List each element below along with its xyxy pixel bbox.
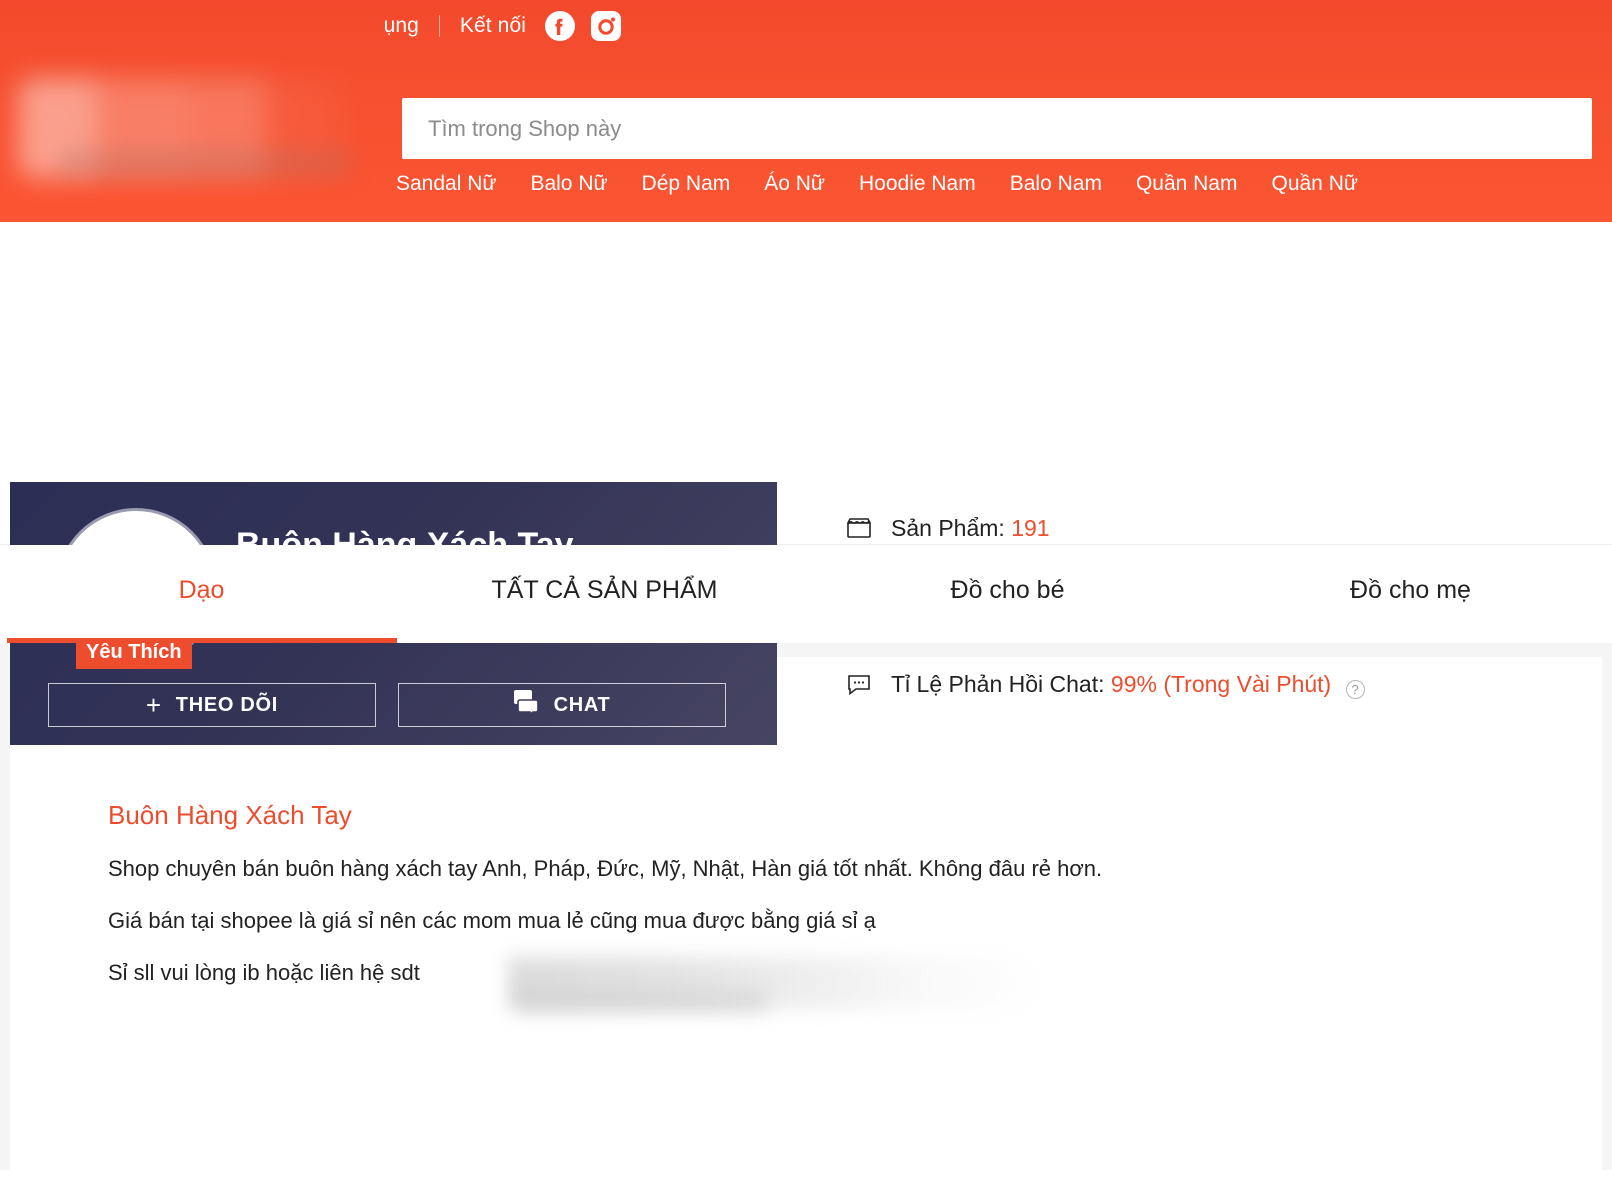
connect-label: Kết nối <box>459 14 526 37</box>
tab-do-cho-me[interactable]: Đồ cho mẹ <box>1209 545 1612 643</box>
category-link-ao-nu[interactable]: Áo Nữ <box>747 172 842 196</box>
shop-description: Buôn Hàng Xách Tay Shop chuyên bán buôn … <box>68 800 1602 1014</box>
shop-tabs: Dạo TẤT CẢ SẢN PHẨM Đồ cho bé Đồ cho mẹ <box>0 545 1612 643</box>
chat-bubble-icon <box>845 670 873 698</box>
description-line-3: Sỉ sll vui lòng ib hoặc liên hệ sdt <box>108 957 1602 1014</box>
tab-dao[interactable]: Dạo <box>0 545 403 643</box>
stat-products-text: Sản Phẩm: <box>891 514 1005 541</box>
category-link-balo-nam[interactable]: Balo Nam <box>993 172 1119 196</box>
category-link-dep-nam[interactable]: Dép Nam <box>625 172 748 196</box>
help-icon[interactable]: ? <box>1345 679 1365 699</box>
stat-products-value: 191 <box>1011 514 1050 541</box>
description-shop-name: Buôn Hàng Xách Tay <box>108 800 352 830</box>
category-link-quan-nu[interactable]: Quần Nữ <box>1254 172 1374 196</box>
tab-all-products[interactable]: TẤT CẢ SẢN PHẨM <box>403 545 806 643</box>
shop-summary-section: Buôn Hàng Xách Tay The Best Price Yêu Th… <box>0 222 1612 745</box>
shop-page: ụng Kết nối Tìm trong Shop này Sandal Nữ… <box>0 0 1612 1192</box>
instagram-icon[interactable] <box>590 10 622 42</box>
site-header: ụng Kết nối Tìm trong Shop này Sandal Nữ… <box>0 0 1612 222</box>
plus-icon: + <box>145 690 162 720</box>
follow-button[interactable]: + THEO DÕI <box>48 683 376 727</box>
shop-search-bar[interactable] <box>402 98 1592 159</box>
stat-products: Sản Phẩm: 191 <box>845 514 1365 542</box>
redacted-logo-blob-secondary <box>60 150 350 176</box>
category-link-quan-nam[interactable]: Quần Nam <box>1119 172 1255 196</box>
topbar-divider <box>438 15 440 37</box>
stat-products-label: Sản Phẩm: 191 <box>891 515 1050 542</box>
tab-do-cho-be[interactable]: Đồ cho bé <box>806 545 1209 643</box>
top-utility-bar: ụng Kết nối <box>0 0 1612 52</box>
category-link-hoodie-nam[interactable]: Hoodie Nam <box>842 172 993 196</box>
stat-chat-value: 99% (Trong Vài Phút) <box>1110 670 1332 697</box>
category-link-balo-nu[interactable]: Balo Nữ <box>513 172 624 196</box>
description-line-1: Shop chuyên bán buôn hàng xách tay Anh, … <box>108 856 1103 881</box>
chat-icon <box>513 690 540 720</box>
stat-chat-response: Tỉ Lệ Phản Hồi Chat: 99% (Trong Vài Phút… <box>845 670 1365 699</box>
shop-card-actions: + THEO DÕI CHAT <box>48 683 726 727</box>
description-line-2: Giá bán tại shopee là giá sỉ nên các mom… <box>108 908 876 934</box>
store-icon <box>845 514 873 542</box>
stat-chat-text: Tỉ Lệ Phản Hồi Chat: <box>891 670 1105 697</box>
category-link-sandal-nu[interactable]: Sandal Nữ <box>396 172 513 196</box>
stat-chat-label: Tỉ Lệ Phản Hồi Chat: 99% (Trong Vài Phút… <box>891 670 1365 699</box>
description-line-3-text: Sỉ sll vui lòng ib hoặc liên hệ sdt <box>108 960 420 986</box>
download-app-link[interactable]: ụng <box>384 14 419 38</box>
chat-button[interactable]: CHAT <box>398 683 726 727</box>
search-input[interactable] <box>428 115 1566 142</box>
facebook-icon[interactable] <box>544 10 576 42</box>
category-nav: Sandal Nữ Balo Nữ Dép Nam Áo Nữ Hoodie N… <box>396 172 1375 196</box>
chat-button-label: CHAT <box>553 693 611 716</box>
follow-button-label: THEO DÕI <box>175 693 279 716</box>
redacted-phone-number-secondary <box>516 989 766 1014</box>
